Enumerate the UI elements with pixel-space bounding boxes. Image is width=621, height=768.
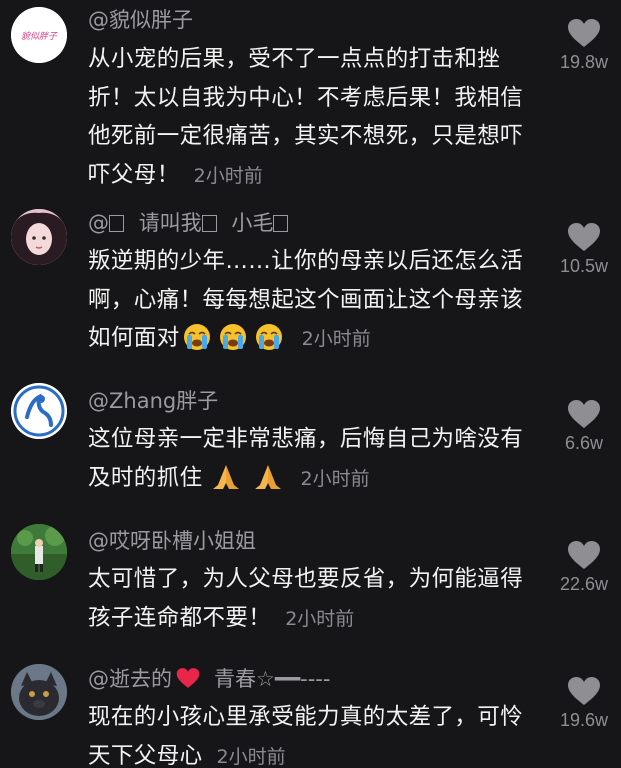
comment-username[interactable]: @Zhang胖子 [88, 387, 218, 415]
comment-list: 貌似胖子 @貌似胖子 从小宠的后果，受不了一点点的打击和挫折！太以自我为中心！不… [0, 0, 621, 768]
comment-time: 2小时前 [300, 467, 370, 490]
heart-icon [548, 18, 620, 48]
comment-text: 这位母亲一定非常悲痛，后悔自己为啥没有及时的抓住 2小时前 [88, 420, 534, 503]
praying-hands-emoji [251, 463, 285, 504]
comment-username[interactable]: @哎呀卧槽小姐姐 [88, 527, 256, 555]
avatar[interactable] [11, 524, 67, 580]
like-count: 22.6w [559, 574, 609, 594]
crying-emoji [252, 323, 286, 364]
comment-username[interactable]: @ 请叫我 小毛 [88, 209, 289, 237]
like-count: 10.5w [559, 256, 609, 276]
comment-username[interactable]: @貌似胖子 [88, 6, 193, 34]
avatar[interactable] [11, 664, 67, 720]
like-button[interactable]: 10.5w [548, 222, 620, 277]
comment-username[interactable]: @逝去的 青春☆━━---- [88, 665, 330, 696]
red-heart-emoji [176, 667, 200, 696]
comment-text: 从小宠的后果，受不了一点点的打击和挫折！太以自我为中心！不考虑后果！我相信他死前… [88, 40, 534, 195]
comment-text: 太可惜了，为人父母也要反省，为何能逼得孩子连命都不要！ 2小时前 [88, 560, 534, 638]
svg-text:貌似胖子: 貌似胖子 [21, 31, 58, 42]
missing-glyph-icon [109, 215, 124, 232]
comment-text: 叛逆期的少年……让你的母亲以后还怎么活啊，心痛！每每想起这个画面让这个母亲该如何… [88, 242, 534, 364]
heart-icon [548, 399, 620, 429]
comment-content: 从小宠的后果，受不了一点点的打击和挫折！太以自我为中心！不考虑后果！我相信他死前… [88, 46, 524, 188]
like-count: 19.6w [559, 710, 609, 730]
comment-time: 2小时前 [216, 745, 286, 768]
like-button[interactable]: 6.6w [548, 399, 620, 454]
missing-glyph-icon [273, 215, 289, 232]
like-button[interactable]: 19.8w [548, 18, 620, 73]
heart-icon [548, 222, 620, 252]
comment-time: 2小时前 [301, 328, 371, 350]
comment-text: 现在的小孩心里承受能力真的太差了，可怜天下父母心 2小时前 [88, 698, 534, 768]
avatar[interactable] [11, 383, 67, 439]
heart-icon [548, 676, 620, 706]
comment-time: 2小时前 [193, 164, 263, 187]
praying-hands-emoji [209, 463, 243, 504]
comment-time: 2小时前 [285, 607, 355, 630]
avatar[interactable] [11, 209, 67, 265]
like-button[interactable]: 22.6w [548, 540, 620, 595]
crying-emoji [216, 323, 250, 364]
comment-content: 现在的小孩心里承受能力真的太差了，可怜天下父母心 [88, 704, 524, 768]
missing-glyph-icon [201, 215, 217, 232]
avatar[interactable]: 貌似胖子 [11, 7, 67, 63]
like-button[interactable]: 19.6w [548, 676, 620, 731]
like-count: 6.6w [564, 433, 604, 453]
heart-icon [548, 540, 620, 570]
like-count: 19.8w [559, 52, 609, 72]
crying-emoji [180, 323, 214, 364]
